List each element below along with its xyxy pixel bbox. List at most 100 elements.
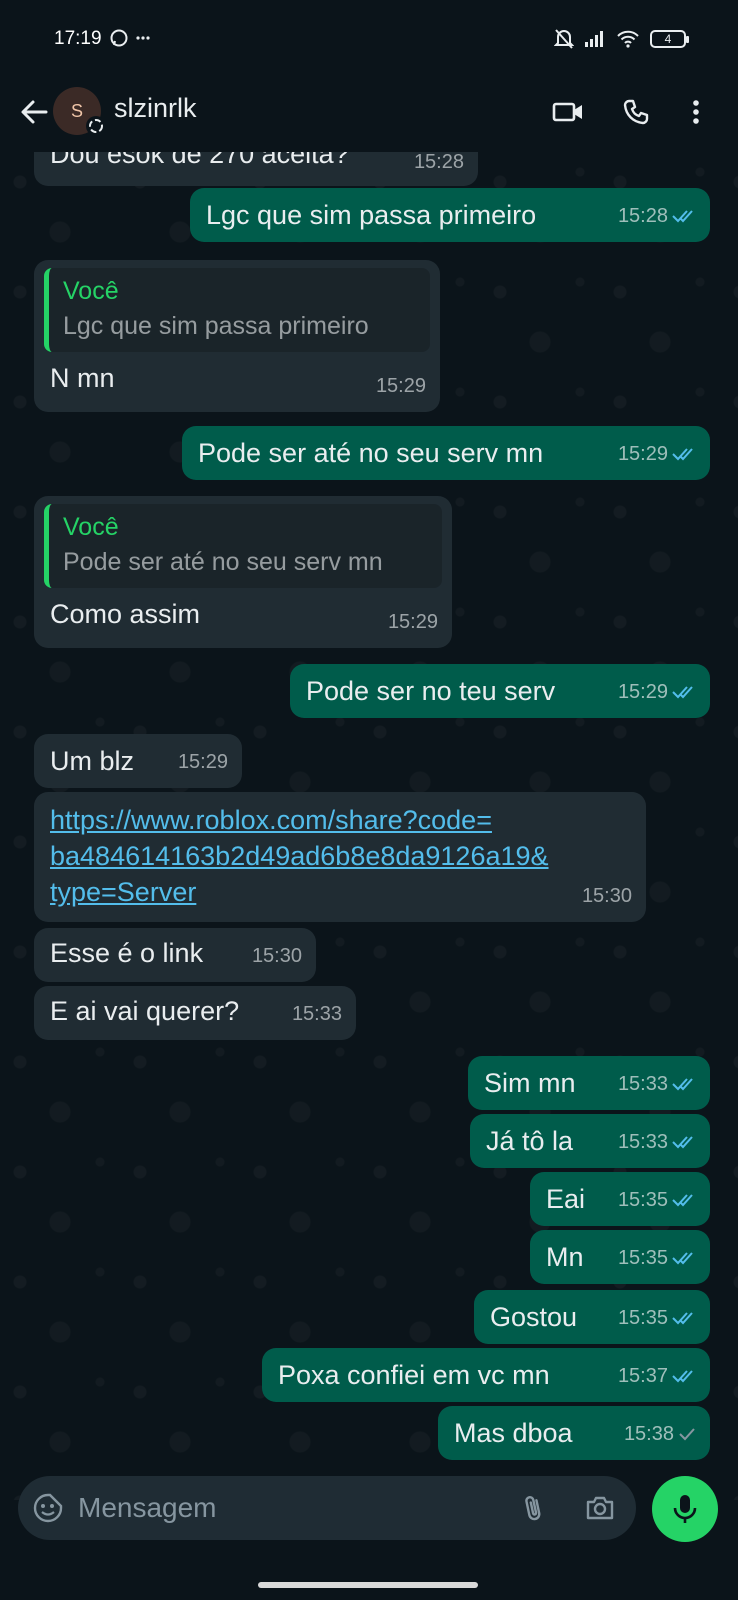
message-meta: 15:33: [618, 1124, 696, 1160]
message-time: 15:30: [581, 885, 632, 907]
read-ticks-icon: [672, 448, 693, 461]
message-outgoing[interactable]: Sim mn 15:33: [468, 1056, 710, 1110]
sticker-emoji-button[interactable]: [32, 1492, 64, 1524]
video-call-button[interactable]: [548, 92, 588, 132]
status-time: 17:19: [54, 28, 102, 49]
message-time: 15:35: [617, 1189, 668, 1211]
message-meta: 15:30: [252, 938, 302, 974]
camera-button[interactable]: [584, 1492, 616, 1524]
message-meta: 15:37: [618, 1358, 696, 1394]
link-line: https://www.roblox.com/share?code=: [50, 805, 492, 835]
message-text: Sim mn: [484, 1068, 576, 1098]
message-meta: 15:29: [618, 674, 696, 710]
link-line: ba484614163b2d49ad6b8e8da9126a19&: [50, 841, 549, 871]
read-ticks-icon: [672, 1312, 693, 1325]
message-text: Um blz: [50, 746, 135, 776]
wifi-icon: [617, 30, 639, 48]
quoted-message[interactable]: Você Pode ser até no seu serv mn: [44, 504, 442, 588]
message-outgoing[interactable]: Pode ser no teu serv 15:29: [290, 664, 710, 718]
quote-text: Pode ser até no seu serv mn: [63, 548, 383, 576]
read-ticks-icon: [672, 686, 693, 699]
message-time: 15:28: [617, 205, 668, 227]
message-text: Mn: [546, 1242, 584, 1272]
read-ticks-icon: [672, 210, 693, 223]
message-text: Como assim: [50, 599, 201, 629]
quote-author: Você: [63, 513, 119, 541]
status-notification-icons: [110, 27, 154, 54]
voice-call-button[interactable]: [616, 92, 656, 132]
voice-message-button[interactable]: [652, 1476, 718, 1542]
status-right-icons: 4: [554, 28, 689, 50]
message-text: Dou esok de 270 aceita?: [50, 152, 349, 169]
message-text: N mn: [50, 363, 115, 393]
message-meta: 15:35: [618, 1300, 696, 1336]
message-time: 15:37: [617, 1365, 668, 1387]
message-time: 15:29: [387, 611, 438, 633]
message-meta: 15:33: [618, 1066, 696, 1102]
home-gesture-handle[interactable]: [258, 1582, 478, 1588]
message-outgoing[interactable]: Lgc que sim passa primeiro 15:28: [190, 188, 710, 242]
read-ticks-icon: [672, 1194, 693, 1207]
back-button[interactable]: [14, 92, 54, 132]
message-outgoing[interactable]: Já tô la 15:33: [470, 1114, 710, 1168]
message-text: Poxa confiei em vc mn: [278, 1360, 550, 1390]
message-incoming-reply[interactable]: Você Lgc que sim passa primeiro N mn 15:…: [34, 260, 440, 412]
contact-name[interactable]: slzinrlk: [114, 93, 197, 124]
message-incoming[interactable]: E ai vai querer? 15:33: [34, 986, 356, 1040]
message-meta: 15:29: [618, 436, 696, 472]
message-time: 15:29: [617, 681, 668, 703]
message-time: 15:35: [617, 1247, 668, 1269]
link-line: type=Server: [50, 877, 197, 907]
message-meta: 15:28: [414, 152, 464, 180]
message-time: 15:28: [413, 152, 464, 173]
muted-bell-icon: [554, 29, 574, 49]
video-call-icon: [552, 102, 582, 122]
message-text: Gostou: [490, 1302, 578, 1332]
roblox-share-link[interactable]: https://www.roblox.com/share?code= ba484…: [50, 802, 630, 910]
message-time: 15:30: [251, 945, 302, 967]
message-text: Mas dboa: [454, 1418, 573, 1448]
status-bar: 17:19 4: [0, 0, 738, 78]
chat-area[interactable]: Dou esok de 270 aceita? 15:28 Lgc que si…: [0, 152, 738, 1500]
read-ticks-icon: [672, 1252, 693, 1265]
message-meta: 15:35: [618, 1182, 696, 1218]
message-text: Já tô la: [486, 1126, 574, 1156]
message-incoming[interactable]: Dou esok de 270 aceita? 15:28: [34, 152, 478, 186]
message-text: Pode ser até no seu serv mn: [198, 438, 544, 468]
message-time: 15:33: [291, 1003, 342, 1025]
quoted-message[interactable]: Você Lgc que sim passa primeiro: [44, 268, 430, 352]
quote-text: Lgc que sim passa primeiro: [63, 312, 369, 340]
emoji-sticker-icon: [33, 1493, 63, 1523]
message-meta: 15:28: [618, 198, 696, 234]
message-meta: 15:33: [292, 996, 342, 1032]
message-meta: 15:30: [582, 878, 632, 914]
message-outgoing[interactable]: Mas dboa 15:38: [438, 1406, 710, 1460]
message-meta: 15:35: [618, 1240, 696, 1276]
attach-button[interactable]: [518, 1492, 550, 1524]
more-vertical-icon: [693, 100, 699, 124]
read-ticks-icon: [672, 1136, 693, 1149]
message-outgoing[interactable]: Mn 15:35: [530, 1230, 710, 1284]
message-time: 15:29: [617, 443, 668, 465]
message-text: Pode ser no teu serv: [306, 676, 556, 706]
message-incoming-reply[interactable]: Você Pode ser até no seu serv mn Como as…: [34, 496, 452, 648]
battery-level: 4: [664, 32, 672, 46]
message-incoming[interactable]: Um blz 15:29: [34, 734, 242, 788]
message-outgoing[interactable]: Eai 15:35: [530, 1172, 710, 1226]
message-meta: 15:29: [178, 744, 228, 780]
message-composer: [18, 1476, 636, 1540]
message-outgoing[interactable]: Pode ser até no seu serv mn 15:29: [182, 426, 710, 480]
message-incoming-link[interactable]: https://www.roblox.com/share?code= ba484…: [34, 792, 646, 922]
message-outgoing[interactable]: Poxa confiei em vc mn 15:37: [262, 1348, 710, 1402]
message-incoming[interactable]: Esse é o link 15:30: [34, 928, 316, 982]
message-text: Esse é o link: [50, 938, 204, 968]
message-time: 15:33: [617, 1131, 668, 1153]
sent-tick-icon: [679, 1428, 695, 1441]
message-text: Lgc que sim passa primeiro: [206, 200, 537, 230]
more-options-button[interactable]: [676, 92, 716, 132]
message-input[interactable]: [78, 1486, 498, 1530]
message-meta: 15:29: [388, 604, 438, 640]
status-ring-icon: [86, 116, 106, 136]
message-outgoing[interactable]: Gostou 15:35: [474, 1290, 710, 1344]
chat-header: S slzinrlk: [0, 78, 738, 152]
